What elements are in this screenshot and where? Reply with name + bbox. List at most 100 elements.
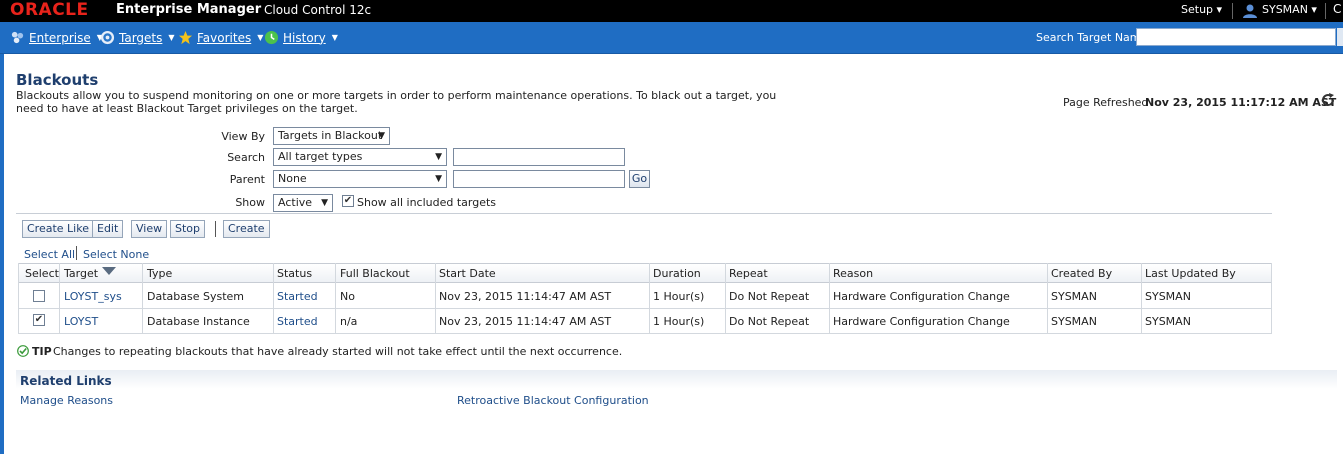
column-header-type: Type (147, 267, 173, 280)
column-header-repeat: Repeat (729, 267, 768, 280)
status-link[interactable]: Started (277, 290, 318, 303)
column-separator (1141, 263, 1142, 334)
column-separator (725, 263, 726, 334)
product-subtitle: Cloud Control 12c (264, 3, 372, 17)
column-separator (142, 263, 143, 334)
last-updated-by-value: SYSMAN (1145, 290, 1191, 303)
divider (1325, 3, 1326, 19)
target-link[interactable]: LOYST_sys (64, 290, 122, 303)
repeat-value: Do Not Repeat (729, 290, 810, 303)
column-separator (18, 263, 19, 334)
column-header-full-blackout: Full Blackout (340, 267, 410, 280)
select-all-link[interactable]: Select All (24, 248, 75, 261)
tip-text: Changes to repeating blackouts that have… (53, 345, 623, 358)
history-icon (264, 30, 279, 45)
column-separator (273, 263, 274, 334)
show-select[interactable]: Active ▼ (273, 194, 333, 212)
check-circle-icon (17, 345, 29, 357)
setup-menu[interactable]: Setup ▾ (1181, 3, 1222, 16)
parent-select[interactable]: None ▼ (273, 170, 447, 188)
column-header-select: Select (25, 267, 59, 280)
full-blackout-value: n/a (340, 315, 358, 328)
created-by-value: SYSMAN (1051, 315, 1097, 328)
last-updated-by-value: SYSMAN (1145, 315, 1191, 328)
column-separator (1271, 263, 1272, 334)
row-divider (18, 308, 1272, 309)
refresh-icon[interactable] (1320, 92, 1336, 108)
menu-targets[interactable]: Targets ▼ (100, 30, 175, 45)
menu-favorites[interactable]: Favorites ▼ (178, 30, 263, 45)
show-all-checkbox[interactable]: ✔ (342, 195, 354, 207)
related-links-header (16, 370, 1337, 389)
duration-value: 1 Hour(s) (653, 315, 705, 328)
related-links-title: Related Links (20, 374, 112, 388)
chevron-down-icon: ▼ (378, 131, 385, 141)
start-date-value: Nov 23, 2015 11:14:47 AM AST (439, 315, 612, 328)
show-all-label: Show all included targets (357, 196, 497, 209)
created-by-value: SYSMAN (1051, 290, 1097, 303)
show-label: Show (235, 196, 265, 209)
column-separator (649, 263, 650, 334)
edit-button[interactable]: Edit (92, 220, 124, 238)
user-icon (1243, 4, 1257, 18)
manage-reasons-link[interactable]: Manage Reasons (20, 394, 113, 407)
retroactive-blackout-link[interactable]: Retroactive Blackout Configuration (457, 394, 649, 407)
target-link[interactable]: LOYST (64, 315, 98, 328)
column-header-created-by: Created By (1051, 267, 1113, 280)
row-select-checkbox[interactable] (33, 290, 45, 302)
view-button[interactable]: View (131, 220, 168, 238)
divider (215, 221, 216, 237)
start-date-value: Nov 23, 2015 11:14:47 AM AST (439, 290, 612, 303)
row-divider (18, 333, 1272, 334)
create-like-button[interactable]: Create Like (22, 220, 94, 238)
column-header-target[interactable]: Target (64, 267, 98, 280)
main-menu-bar: Enterprise ▼ Targets ▼ Favorites ▼ History ▼… (0, 22, 1343, 54)
select-none-link[interactable]: Select None (83, 248, 149, 261)
user-menu[interactable]: SYSMAN ▾ (1262, 3, 1317, 16)
column-header-start-date: Start Date (439, 267, 496, 280)
divider (16, 213, 1272, 214)
view-by-select[interactable]: Targets in Blackout ▼ (273, 127, 390, 145)
top-extra-menu[interactable]: C (1333, 2, 1341, 16)
targets-icon (100, 30, 115, 45)
product-name: Enterprise Manager (116, 2, 262, 17)
divider (1232, 3, 1233, 19)
duration-value: 1 Hour(s) (653, 290, 705, 303)
search-input[interactable] (453, 148, 625, 166)
menu-history[interactable]: History ▼ (264, 30, 338, 45)
go-button[interactable]: Go (629, 170, 650, 188)
refresh-timestamp: Nov 23, 2015 11:17:12 AM AST (1145, 96, 1337, 109)
row-select-checkbox[interactable]: ✔ (33, 314, 45, 326)
brand-bar: ORACLE Enterprise Manager Cloud Control … (0, 0, 1343, 22)
chevron-down-icon: ▼ (435, 152, 442, 162)
refresh-label: Page Refreshed (1063, 96, 1149, 109)
reason-value: Hardware Configuration Change (833, 315, 1010, 328)
menu-enterprise[interactable]: Enterprise ▼ (10, 30, 103, 45)
search-target-button[interactable] (1337, 28, 1343, 46)
oracle-logo: ORACLE (10, 0, 89, 20)
create-button[interactable]: Create (223, 220, 270, 238)
chevron-down-icon: ▼ (321, 198, 328, 208)
reason-value: Hardware Configuration Change (833, 290, 1010, 303)
stop-button[interactable]: Stop (170, 220, 206, 238)
column-separator (435, 263, 436, 334)
parent-input[interactable] (453, 170, 625, 188)
column-header-status: Status (277, 267, 313, 280)
column-separator (829, 263, 830, 334)
enterprise-icon (11, 31, 24, 44)
search-label: Search (227, 151, 265, 164)
full-blackout-value: No (340, 290, 355, 303)
star-icon (178, 30, 193, 45)
search-target-input[interactable] (1136, 28, 1336, 46)
column-separator (1047, 263, 1048, 334)
parent-label: Parent (229, 173, 265, 186)
chevron-down-icon: ▼ (435, 174, 442, 184)
search-target-label: Search Target Name (1036, 31, 1148, 44)
left-edge-stripe (0, 54, 4, 454)
sort-descending-icon[interactable] (102, 267, 116, 275)
divider (76, 246, 77, 260)
status-link[interactable]: Started (277, 315, 318, 328)
target-type-select[interactable]: All target types ▼ (273, 148, 447, 166)
target-type: Database Instance (147, 315, 250, 328)
page-description: Blackouts allow you to suspend monitorin… (16, 89, 777, 115)
